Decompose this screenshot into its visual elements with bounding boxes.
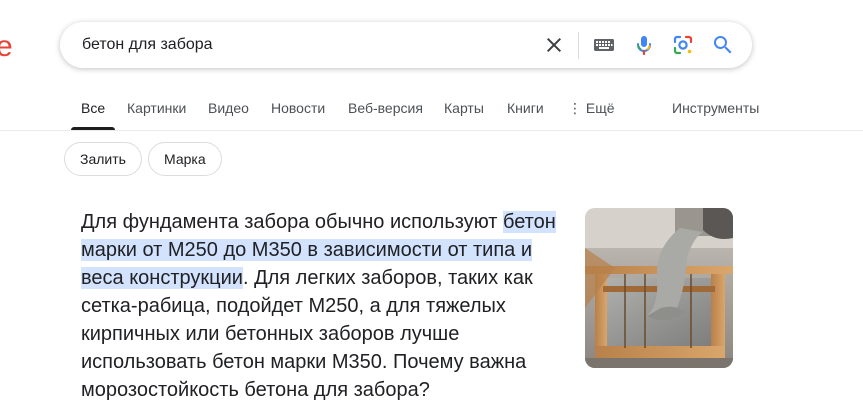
- tab-videos[interactable]: Видео: [208, 100, 249, 116]
- search-box: [60, 22, 752, 68]
- lens-icon[interactable]: [671, 33, 695, 57]
- tab-web[interactable]: Веб-версия: [348, 100, 423, 116]
- search-input[interactable]: [82, 22, 532, 68]
- search-tabs: Все Картинки Видео Новости Веб-версия Ка…: [0, 96, 863, 130]
- tabs-divider: [0, 130, 863, 131]
- chip-grade[interactable]: Марка: [148, 142, 222, 176]
- featured-answer: Для фундамента забора обычно используют …: [81, 208, 571, 404]
- tab-more[interactable]: ⋮ Ещё: [568, 100, 615, 117]
- google-logo-fragment[interactable]: e: [0, 30, 13, 64]
- tab-images[interactable]: Картинки: [127, 100, 186, 116]
- tools-button[interactable]: Инструменты: [672, 100, 759, 116]
- tab-maps[interactable]: Карты: [444, 100, 484, 116]
- answer-prefix: Для фундамента забора обычно используют: [81, 211, 503, 233]
- keyboard-icon[interactable]: [592, 33, 616, 57]
- tab-news[interactable]: Новости: [271, 100, 325, 116]
- close-icon[interactable]: [542, 33, 566, 57]
- tab-all[interactable]: Все: [81, 100, 105, 116]
- search-divider: [578, 32, 579, 59]
- chip-pour[interactable]: Залить: [64, 142, 142, 176]
- mic-icon[interactable]: [632, 33, 656, 57]
- answer-thumbnail-image[interactable]: [585, 208, 733, 368]
- tab-books[interactable]: Книги: [507, 100, 544, 116]
- search-icon[interactable]: [711, 33, 735, 57]
